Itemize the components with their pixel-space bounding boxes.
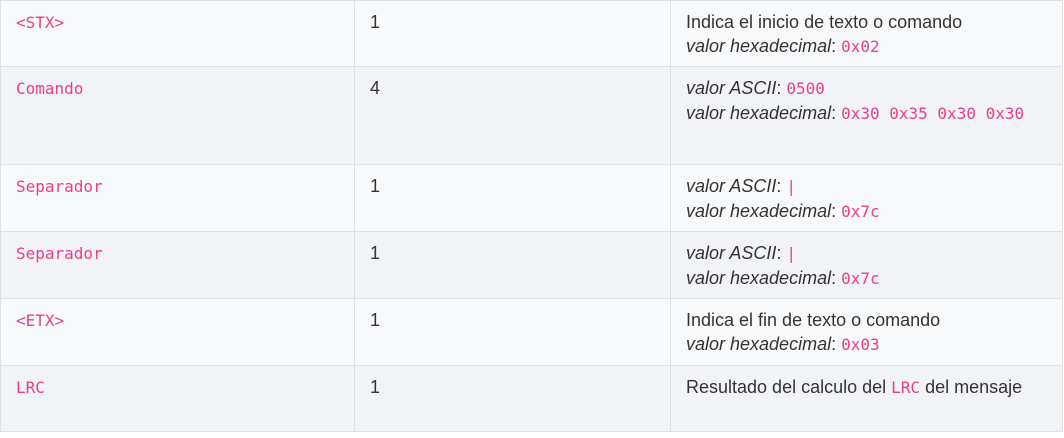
description-cell: Indica el inicio de texto o comando valo… — [670, 0, 1063, 67]
length-cell: 1 — [354, 231, 671, 299]
field-name-cell: Separador — [0, 164, 355, 232]
length-cell: 1 — [354, 164, 671, 232]
field-name-code: <STX> — [16, 13, 65, 32]
hex-line: valor hexadecimal: 0x02 — [686, 36, 880, 56]
field-name-code: LRC — [16, 378, 45, 397]
description-text: Indica el inicio de texto o comando — [686, 12, 963, 32]
hex-value: 0x03 — [841, 335, 880, 354]
field-name-cell: <ETX> — [0, 298, 355, 366]
description-text-after: del mensaje — [925, 377, 1023, 397]
field-name-cell: LRC — [0, 365, 355, 432]
field-name-code: Comando — [16, 79, 84, 98]
hex-value: 0x02 — [841, 37, 880, 56]
description-cell: valor ASCII: | valor hexadecimal: 0x7c — [670, 231, 1063, 299]
hex-label: valor hexadecimal — [686, 36, 832, 56]
description-text: Indica el fin de texto o comando — [686, 310, 941, 330]
hex-line: valor hexadecimal: 0x30 0x35 0x30 0x30 — [686, 103, 1025, 123]
length-cell: 1 — [354, 0, 671, 67]
hex-label: valor hexadecimal — [686, 103, 832, 123]
table-row: <STX> 1 Indica el inicio de texto o coma… — [0, 0, 1063, 67]
ascii-value: | — [786, 244, 797, 263]
hex-label: valor hexadecimal — [686, 268, 832, 288]
ascii-label: valor ASCII — [686, 176, 777, 196]
description-text-before: Resultado del calculo del — [686, 377, 887, 397]
inline-code: LRC — [891, 378, 921, 397]
description-cell: valor ASCII: 0500 valor hexadecimal: 0x3… — [670, 66, 1063, 165]
ascii-label: valor ASCII — [686, 243, 777, 263]
table-row: Separador 1 valor ASCII: | valor hexadec… — [0, 231, 1063, 299]
description-cell: Indica el fin de texto o comando valor h… — [670, 298, 1063, 366]
hex-value: 0x30 0x35 0x30 0x30 — [841, 104, 1025, 123]
description-cell: valor ASCII: | valor hexadecimal: 0x7c — [670, 164, 1063, 232]
hex-line: valor hexadecimal: 0x7c — [686, 268, 880, 288]
field-name-code: <ETX> — [16, 311, 65, 330]
hex-label: valor hexadecimal — [686, 201, 832, 221]
hex-line: valor hexadecimal: 0x7c — [686, 201, 880, 221]
hex-value: 0x7c — [841, 269, 880, 288]
ascii-line: valor ASCII: 0500 — [686, 78, 825, 98]
ascii-line: valor ASCII: | — [686, 176, 797, 196]
table-row: <ETX> 1 Indica el fin de texto o comando… — [0, 298, 1063, 366]
ascii-label: valor ASCII — [686, 78, 777, 98]
ascii-value: 0500 — [786, 79, 825, 98]
table-row: Separador 1 valor ASCII: | valor hexadec… — [0, 164, 1063, 232]
hex-line: valor hexadecimal: 0x03 — [686, 334, 880, 354]
table-row: LRC 1 Resultado del calculo del LRC del … — [0, 365, 1063, 432]
ascii-value: | — [786, 177, 797, 196]
hex-label: valor hexadecimal — [686, 334, 832, 354]
field-name-cell: Separador — [0, 231, 355, 299]
length-cell: 1 — [354, 365, 671, 432]
field-name-code: Separador — [16, 244, 103, 263]
field-name-code: Separador — [16, 177, 103, 196]
table-row: Comando 4 valor ASCII: 0500 valor hexade… — [0, 66, 1063, 165]
length-cell: 1 — [354, 298, 671, 366]
length-cell: 4 — [354, 66, 671, 165]
hex-value: 0x7c — [841, 202, 880, 221]
description-cell: Resultado del calculo del LRC del mensaj… — [670, 365, 1063, 432]
field-name-cell: <STX> — [0, 0, 355, 67]
protocol-fields-table: <STX> 1 Indica el inicio de texto o coma… — [0, 0, 1063, 432]
field-name-cell: Comando — [0, 66, 355, 165]
ascii-line: valor ASCII: | — [686, 243, 797, 263]
